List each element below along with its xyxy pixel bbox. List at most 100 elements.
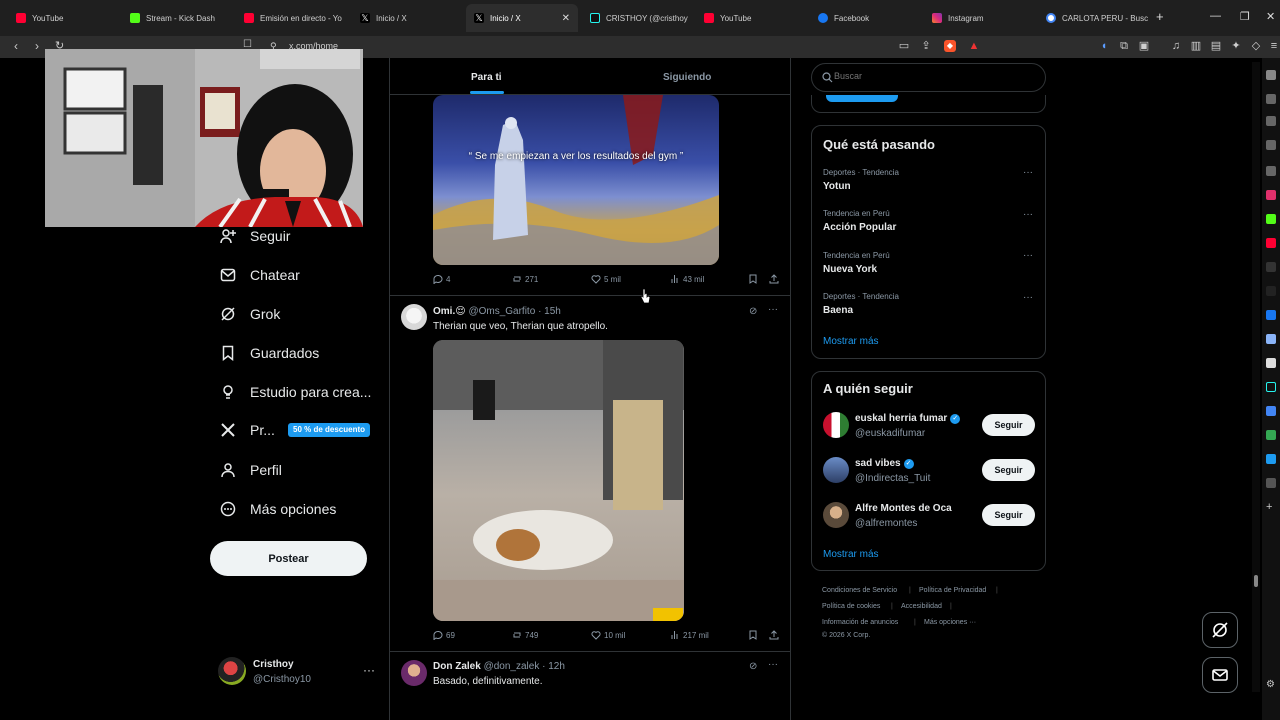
author-handle[interactable]: @don_zalek (484, 661, 540, 672)
trend-item[interactable]: Acción Popular (823, 222, 896, 233)
maximize-button[interactable]: ❐ (1240, 10, 1250, 23)
like-button[interactable]: 5 mil (591, 274, 621, 284)
footer-link[interactable]: Condiciones de Servicio (822, 587, 897, 594)
pin-icon[interactable] (1266, 70, 1276, 80)
author-handle[interactable]: @Oms_Garfito (468, 306, 535, 317)
tab-following[interactable]: Siguiendo (663, 72, 711, 83)
tab-icon[interactable] (1266, 116, 1276, 126)
trend-item[interactable]: Yotun (823, 181, 851, 192)
reply-button[interactable]: 69 (433, 630, 455, 640)
wallet-icon[interactable]: ▤ (1210, 40, 1222, 52)
close-window-button[interactable]: ✕ (1266, 10, 1275, 23)
scrollbar-thumb[interactable] (1254, 575, 1258, 587)
browser-tab[interactable]: Instagram (924, 4, 1034, 32)
search-box[interactable] (811, 63, 1046, 92)
subscribe-button-fragment[interactable] (826, 95, 898, 102)
screenshot-icon[interactable]: ▣ (1138, 40, 1150, 52)
avatar[interactable] (823, 412, 849, 438)
vpn-icon[interactable]: ◇ (1250, 40, 1262, 52)
footer-link[interactable]: Información de anuncios (822, 619, 898, 626)
post-image[interactable] (433, 95, 719, 265)
footer-link[interactable]: Política de Privacidad (919, 587, 986, 594)
close-tab-icon[interactable]: ✕ (562, 13, 570, 24)
post-button[interactable]: Postear (210, 541, 367, 576)
music-icon[interactable]: ♫ (1170, 40, 1182, 52)
nav-profile[interactable]: Perfil (220, 455, 282, 485)
account-handle[interactable]: @Indirectas_Tuit (855, 473, 930, 484)
share-icon[interactable]: ⇪ (920, 40, 932, 52)
views-button[interactable]: 217 mil (670, 630, 709, 640)
browser-tab[interactable]: CARLOTA PERU - Busc (1038, 4, 1148, 32)
author-name[interactable]: Don Zalek (433, 661, 481, 672)
youtube-icon[interactable] (1266, 238, 1276, 248)
browser-tab[interactable]: Facebook (810, 4, 920, 32)
footer-link[interactable]: Más opciones ··· (924, 619, 976, 626)
account-switcher[interactable]: Cristhoy @Cristhoy10 ··· (218, 655, 378, 691)
app-icon[interactable] (1266, 454, 1276, 464)
follow-button[interactable]: Seguir (982, 459, 1035, 481)
more-icon[interactable]: ··· (1023, 167, 1033, 178)
browser-tab[interactable]: Stream - Kick Dash (122, 4, 232, 32)
search-input[interactable] (834, 71, 1034, 81)
more-icon[interactable]: ··· (1023, 209, 1033, 220)
back-icon[interactable]: ‹ (14, 39, 18, 53)
nav-creator-studio[interactable]: Estudio para crea... (220, 377, 371, 407)
avatar[interactable] (823, 457, 849, 483)
chat-icon[interactable] (1266, 94, 1276, 104)
more-icon[interactable]: ··· (363, 663, 375, 677)
app-icon[interactable] (1266, 478, 1276, 488)
nav-bookmarks[interactable]: Guardados (220, 338, 319, 368)
forward-icon[interactable]: › (35, 39, 39, 53)
like-button[interactable]: 10 mil (591, 630, 625, 640)
footer-link[interactable]: Política de cookies (822, 603, 880, 610)
more-icon[interactable]: ··· (768, 304, 778, 315)
new-tab-button[interactable]: + (1156, 9, 1164, 24)
leo-ai-icon[interactable]: ✦ (1230, 40, 1242, 52)
nav-grok[interactable]: Grok (220, 299, 280, 329)
account-name[interactable]: sad vibes ✓ (855, 458, 914, 469)
post-time[interactable]: · 12h (542, 661, 565, 672)
x-logo-icon[interactable] (1266, 286, 1276, 296)
messages-button[interactable] (1202, 657, 1238, 693)
page-scrollbar[interactable] (1252, 62, 1260, 692)
author-name[interactable]: Omi.😌 (433, 306, 466, 317)
settings-icon[interactable]: ⚙ (1266, 680, 1276, 690)
bookmark-button[interactable] (748, 630, 758, 640)
extensions-icon[interactable]: ⧉ (1118, 40, 1130, 52)
cast-icon[interactable]: ▭ (898, 40, 910, 52)
more-icon[interactable]: ··· (1023, 250, 1033, 261)
audio-icon[interactable]: ◖ (1098, 40, 1110, 52)
share-button[interactable] (769, 274, 779, 284)
account-name[interactable]: Alfre Montes de Oca (855, 503, 952, 514)
app-icon[interactable] (1266, 406, 1276, 416)
app-icon[interactable] (1266, 430, 1276, 440)
post-time[interactable]: · 15h (538, 306, 561, 317)
menu-icon[interactable]: ≡ (1268, 40, 1280, 52)
post-image[interactable] (433, 340, 684, 621)
browser-tab[interactable]: YouTube (8, 4, 118, 32)
kick-icon[interactable] (1266, 214, 1276, 224)
show-more-link[interactable]: Mostrar más (823, 336, 879, 347)
browser-tab[interactable]: 𝕏 Inicio / X (352, 4, 462, 32)
avatar[interactable] (823, 502, 849, 528)
minimize-button[interactable]: — (1210, 10, 1221, 22)
browser-tab-active[interactable]: 𝕏 Inicio / X ✕ (466, 4, 578, 32)
add-icon[interactable]: + (1266, 502, 1276, 513)
tab-for-you[interactable]: Para ti (471, 72, 502, 83)
share-button[interactable] (769, 630, 779, 640)
follow-button[interactable]: Seguir (982, 504, 1035, 526)
follow-button[interactable]: Seguir (982, 414, 1035, 436)
facebook-icon[interactable] (1266, 310, 1276, 320)
browser-tab[interactable]: YouTube (696, 4, 806, 32)
more-icon[interactable]: ··· (768, 659, 778, 670)
sticker-icon[interactable] (1266, 334, 1276, 344)
show-more-link[interactable]: Mostrar más (823, 549, 879, 560)
nav-premium[interactable]: Pr... (220, 415, 275, 445)
account-name[interactable]: euskal herria fumar ✓ (855, 413, 961, 424)
repost-button[interactable]: 749 (512, 630, 538, 640)
avatar[interactable] (401, 660, 427, 686)
trend-item[interactable]: Baena (823, 305, 853, 316)
reply-button[interactable]: 4 (433, 274, 450, 284)
account-handle[interactable]: @euskadifumar (855, 428, 925, 439)
brave-shield-icon[interactable]: ◆ (944, 40, 956, 52)
